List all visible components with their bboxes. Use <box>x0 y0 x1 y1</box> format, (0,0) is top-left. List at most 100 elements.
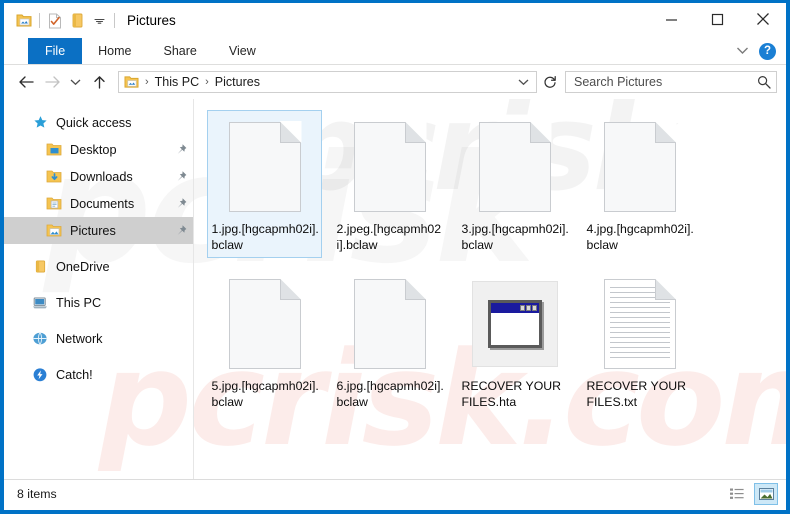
blank-document-icon <box>228 279 301 369</box>
file-name-label: RECOVER YOUR FILES.hta <box>461 379 562 409</box>
network-icon <box>30 329 50 349</box>
folder-downloads-icon <box>44 167 64 187</box>
blank-document-icon <box>353 279 426 369</box>
tab-view[interactable]: View <box>213 38 272 64</box>
up-button[interactable] <box>86 69 112 95</box>
large-icons-view-button[interactable] <box>754 483 778 505</box>
properties-icon[interactable] <box>44 9 66 33</box>
details-view-button[interactable] <box>725 483 749 505</box>
sidebar-item-label: Desktop <box>70 142 117 157</box>
catch-icon <box>30 365 50 385</box>
breadcrumb-item-pictures[interactable]: Pictures <box>213 75 262 89</box>
file-name-label: RECOVER YOUR FILES.txt <box>586 379 687 409</box>
hta-application-icon <box>471 281 558 367</box>
file-name-label: 6.jpg.[hgcapmh02i].bclaw <box>336 379 444 409</box>
file-name-label: 4.jpg.[hgcapmh02i].bclaw <box>586 222 694 252</box>
tab-file[interactable]: File <box>28 38 83 64</box>
new-folder-icon[interactable] <box>66 9 88 33</box>
search-icon[interactable] <box>757 75 771 89</box>
help-button[interactable]: ? <box>759 42 776 60</box>
sidebar-item-quick-access[interactable]: Quick access <box>4 109 193 136</box>
sidebar-item-catch[interactable]: Catch! <box>4 361 193 388</box>
sidebar-item-label: This PC <box>56 295 102 310</box>
blank-document-icon <box>478 122 551 212</box>
file-item[interactable]: 5.jpg.[hgcapmh02i].bclaw <box>207 267 322 415</box>
pin-icon[interactable] <box>173 197 187 211</box>
breadcrumb-separator[interactable]: › <box>141 76 153 88</box>
sidebar-item-downloads[interactable]: Downloads <box>4 163 193 190</box>
file-item[interactable]: 2.jpeg.[hgcapmh02i].bclaw <box>332 110 447 258</box>
file-grid: 1.jpg.[hgcapmh02i].bclaw 2.jpeg.[hgcapmh0… <box>204 107 786 421</box>
file-thumbnail <box>467 276 563 372</box>
file-thumbnail <box>592 276 688 372</box>
close-button[interactable] <box>740 3 786 35</box>
recent-locations-button[interactable] <box>65 69 86 95</box>
onedrive-icon <box>30 257 50 277</box>
sidebar-item-label: Catch! <box>56 367 93 382</box>
minimize-button[interactable] <box>648 3 694 35</box>
sidebar-item-this-pc[interactable]: This PC <box>4 289 193 316</box>
customize-qat-caret-icon[interactable] <box>88 9 110 33</box>
file-explorer-window: pcrisk pcrisk.com pcrisk <box>0 0 790 514</box>
file-item[interactable]: 3.jpg.[hgcapmh02i].bclaw <box>457 110 572 258</box>
window-controls <box>648 3 786 35</box>
folder-pictures-icon <box>44 221 64 241</box>
file-thumbnail <box>217 119 313 215</box>
item-count-label: 8 items <box>17 487 57 501</box>
breadcrumb-root-icon <box>124 75 139 89</box>
refresh-button[interactable] <box>539 71 561 93</box>
file-list-pane[interactable]: 1.jpg.[hgcapmh02i].bclaw 2.jpeg.[hgcapmh0… <box>194 99 786 479</box>
text-document-icon <box>603 279 676 369</box>
explorer-icon[interactable] <box>13 9 35 33</box>
sidebar-item-onedrive[interactable]: OneDrive <box>4 253 193 280</box>
ribbon-right-controls: ? <box>736 38 786 64</box>
sidebar-item-network[interactable]: Network <box>4 325 193 352</box>
sidebar-item-label: Downloads <box>70 169 133 184</box>
folder-documents-icon <box>44 194 64 214</box>
breadcrumb-dropdown-icon[interactable] <box>518 73 532 91</box>
toolbar-divider <box>39 13 40 28</box>
search-input[interactable] <box>574 75 757 89</box>
breadcrumb-item-this-pc[interactable]: This PC <box>153 75 201 89</box>
blank-document-icon <box>353 122 426 212</box>
file-thumbnail <box>217 276 313 372</box>
pin-icon[interactable] <box>173 170 187 184</box>
folder-desktop-icon <box>44 140 64 160</box>
navigation-pane: Quick access Desktop Downloads Documents Pic… <box>4 99 194 479</box>
file-thumbnail <box>342 119 438 215</box>
title-bar: Pictures <box>4 3 786 38</box>
pin-icon[interactable] <box>173 143 187 157</box>
breadcrumb-separator[interactable]: › <box>201 76 213 88</box>
sidebar-item-pictures[interactable]: Pictures <box>4 217 193 244</box>
back-button[interactable] <box>13 69 39 95</box>
expand-ribbon-chevron-icon[interactable] <box>736 42 749 60</box>
file-item[interactable]: 4.jpg.[hgcapmh02i].bclaw <box>582 110 697 258</box>
tab-share[interactable]: Share <box>148 38 213 64</box>
search-box[interactable] <box>565 71 777 93</box>
breadcrumb-bar[interactable]: › This PC › Pictures <box>118 71 537 93</box>
maximize-button[interactable] <box>694 3 740 35</box>
sidebar-item-label: Documents <box>70 196 135 211</box>
title-divider <box>114 13 115 28</box>
sidebar-item-documents[interactable]: Documents <box>4 190 193 217</box>
forward-button[interactable] <box>39 69 65 95</box>
window-title: Pictures <box>127 13 176 28</box>
file-item[interactable]: RECOVER YOUR FILES.txt <box>582 267 697 415</box>
file-name-label: 3.jpg.[hgcapmh02i].bclaw <box>461 222 569 252</box>
sidebar-item-label: Quick access <box>56 115 132 130</box>
file-thumbnail <box>467 119 563 215</box>
blank-document-icon <box>228 122 301 212</box>
file-name-label: 1.jpg.[hgcapmh02i].bclaw <box>211 222 319 252</box>
sidebar-item-desktop[interactable]: Desktop <box>4 136 193 163</box>
file-thumbnail <box>592 119 688 215</box>
star-icon <box>30 113 50 133</box>
file-item[interactable]: 6.jpg.[hgcapmh02i].bclaw <box>332 267 447 415</box>
tab-home[interactable]: Home <box>82 38 147 64</box>
file-item[interactable]: 1.jpg.[hgcapmh02i].bclaw <box>207 110 322 258</box>
this-pc-icon <box>30 293 50 313</box>
pin-icon[interactable] <box>173 224 187 238</box>
address-bar: › This PC › Pictures <box>4 65 786 99</box>
view-mode-buttons <box>725 483 778 505</box>
file-item[interactable]: RECOVER YOUR FILES.hta <box>457 267 572 415</box>
